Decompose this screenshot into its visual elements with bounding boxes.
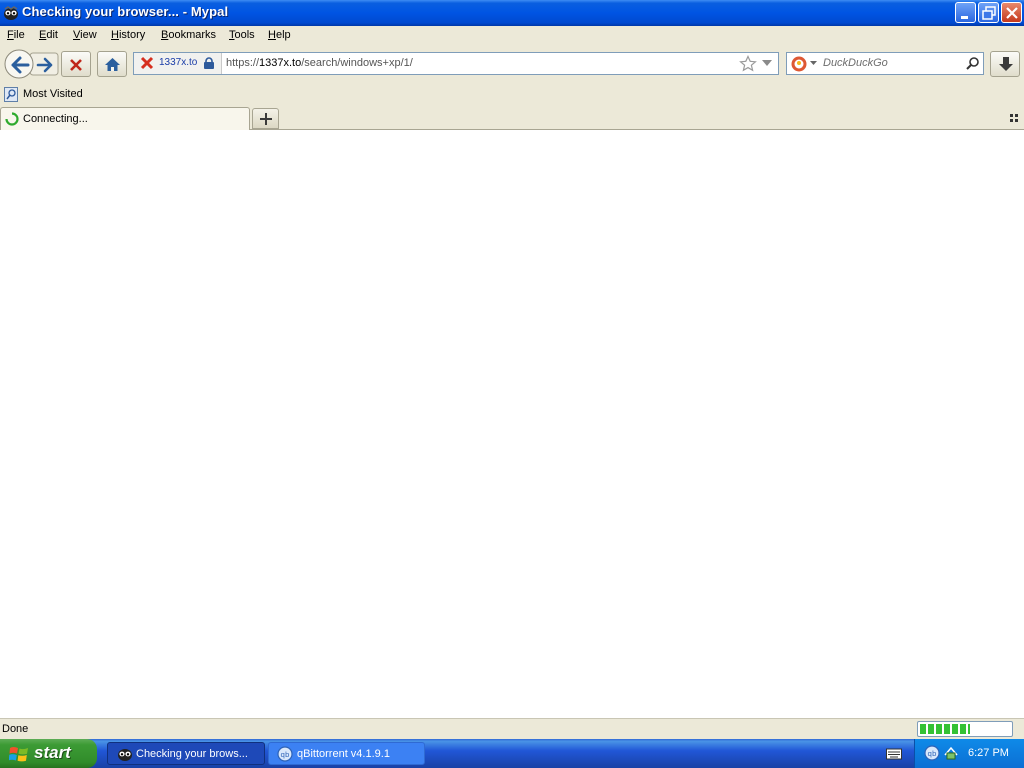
keyboard-icon[interactable] <box>886 747 902 760</box>
menu-file[interactable]: File <box>7 29 25 41</box>
stop-icon <box>70 59 82 71</box>
forward-arrow-icon[interactable] <box>36 56 54 74</box>
menu-bookmarks[interactable]: Bookmarks <box>161 29 216 41</box>
qbittorrent-tray-icon[interactable]: qb <box>924 745 940 761</box>
stop-button[interactable] <box>61 51 91 77</box>
identity-site-label: 1337x.to <box>159 57 198 68</box>
most-visited-label: Most Visited <box>23 88 83 100</box>
close-button[interactable] <box>1001 2 1022 23</box>
list-all-tabs-icon[interactable] <box>1009 113 1019 123</box>
progress-bar <box>917 721 1013 737</box>
menu-edit[interactable]: Edit <box>39 29 58 41</box>
home-icon <box>105 58 120 71</box>
url-prefix: https:// <box>226 57 260 69</box>
menu-view[interactable]: View <box>73 29 97 41</box>
svg-text:qb: qb <box>281 751 290 759</box>
download-arrow-icon <box>999 57 1013 71</box>
home-button[interactable] <box>97 51 127 77</box>
url-dropdown-icon[interactable] <box>762 60 772 68</box>
menu-history[interactable]: History <box>111 29 145 41</box>
minimize-icon <box>961 16 968 19</box>
taskbar-button-mypal[interactable]: Checking your brows... <box>107 742 265 765</box>
network-tray-icon[interactable] <box>943 745 959 761</box>
mypal-app-icon <box>4 6 18 20</box>
taskbar-button-label: qBittorrent v4.1.9.1 <box>297 748 390 760</box>
page-content[interactable] <box>0 130 1024 718</box>
plus-icon <box>260 113 272 125</box>
search-placeholder: DuckDuckGo <box>823 57 888 69</box>
start-label: start <box>34 743 71 762</box>
back-arrow-icon[interactable] <box>9 54 31 76</box>
search-bar[interactable]: DuckDuckGo <box>786 52 984 75</box>
new-tab-button[interactable] <box>252 108 279 129</box>
menu-bar: File Edit View History Bookmarks Tools H… <box>0 26 1024 46</box>
restore-icon <box>982 6 996 20</box>
navigation-toolbar: 1337x.to https://1337x.to/search/windows… <box>0 46 1024 84</box>
search-engine-dropdown-icon[interactable] <box>810 61 817 66</box>
most-visited-icon <box>4 87 18 102</box>
minimize-button[interactable] <box>955 2 976 23</box>
loading-spinner-icon <box>5 112 19 126</box>
menu-help[interactable]: Help <box>268 29 291 41</box>
clock: 6:27 PM <box>968 747 1009 759</box>
site-favicon-icon <box>140 56 154 70</box>
tab-label: Connecting... <box>23 113 88 125</box>
window-title: Checking your browser... - Mypal <box>22 4 229 19</box>
mypal-taskbar-icon <box>118 749 132 761</box>
qbittorrent-icon: qb <box>277 746 293 762</box>
duckduckgo-icon[interactable] <box>791 56 807 72</box>
search-icon[interactable] <box>965 56 980 71</box>
url-path: /search/windows+xp/1/ <box>301 57 413 69</box>
tab-strip: Connecting... <box>0 106 1024 130</box>
site-identity-button[interactable]: 1337x.to <box>134 53 222 74</box>
taskbar: start Checking your brows... qb qBittorr… <box>0 739 1024 768</box>
url-host: 1337x.to <box>259 57 302 69</box>
downloads-button[interactable] <box>990 51 1020 77</box>
lock-icon <box>204 57 214 69</box>
url-bar[interactable]: 1337x.to https://1337x.to/search/windows… <box>133 52 779 75</box>
bookmark-star-icon[interactable] <box>739 55 757 72</box>
bookmarks-toolbar: Most Visited <box>0 84 1024 106</box>
menu-tools[interactable]: Tools <box>229 29 255 41</box>
close-icon <box>1006 7 1018 19</box>
tab-connecting[interactable]: Connecting... <box>0 107 250 130</box>
most-visited-bookmark[interactable]: Most Visited <box>3 86 83 104</box>
restore-button[interactable] <box>978 2 999 23</box>
windows-logo-icon <box>9 747 28 762</box>
status-text: Done <box>2 723 29 735</box>
start-button[interactable]: start <box>0 739 97 768</box>
system-tray: qb 6:27 PM <box>914 739 1024 768</box>
status-bar: Done <box>0 718 1024 739</box>
title-bar[interactable]: Checking your browser... - Mypal <box>0 0 1024 26</box>
taskbar-button-qbittorrent[interactable]: qb qBittorrent v4.1.9.1 <box>268 742 425 765</box>
svg-text:qb: qb <box>928 750 937 758</box>
taskbar-button-label: Checking your brows... <box>136 748 248 760</box>
progress-fill <box>920 724 970 734</box>
url-text[interactable]: https://1337x.to/search/windows+xp/1/ <box>226 57 413 69</box>
